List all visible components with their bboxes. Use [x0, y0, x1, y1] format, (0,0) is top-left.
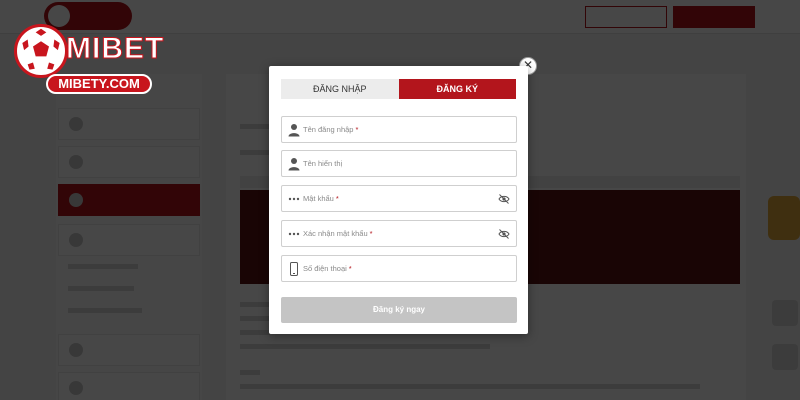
password-placeholder: Mật khẩu	[303, 194, 334, 203]
eye-off-icon[interactable]	[498, 193, 510, 205]
required-mark: *	[335, 194, 339, 203]
brand-name: MIBET	[65, 32, 165, 66]
phone-placeholder: Số điện thoại	[303, 264, 347, 273]
display-name-placeholder: Tên hiển thị	[303, 159, 343, 168]
password-dots-icon	[288, 232, 300, 236]
username-field[interactable]: Tên đăng nhập *	[281, 116, 517, 143]
user-icon	[288, 158, 300, 171]
phone-field[interactable]: Số điện thoại *	[281, 255, 517, 282]
user-icon	[288, 124, 300, 137]
phone-icon	[290, 262, 298, 276]
required-mark: *	[348, 264, 352, 273]
brand-domain: MIBETY.COM	[46, 74, 152, 94]
tab-login[interactable]: ĐĂNG NHẬP	[281, 79, 399, 99]
auth-modal: ĐĂNG NHẬP ĐĂNG KÝ Tên đăng nhập * Tên hiể…	[269, 66, 528, 334]
confirm-password-placeholder: Xác nhận mật khẩu	[303, 229, 368, 238]
confirm-password-field[interactable]: Xác nhận mật khẩu *	[281, 220, 517, 247]
soccer-ball-icon	[14, 24, 68, 78]
display-name-field[interactable]: Tên hiển thị	[281, 150, 517, 177]
username-placeholder: Tên đăng nhập	[303, 125, 354, 134]
required-mark: *	[369, 229, 373, 238]
tab-register[interactable]: ĐĂNG KÝ	[398, 79, 516, 99]
brand-logo: MIBET MIBETY.COM	[8, 20, 164, 98]
auth-tabs: ĐĂNG NHẬP ĐĂNG KÝ	[281, 79, 516, 99]
eye-off-icon[interactable]	[498, 228, 510, 240]
password-dots-icon	[288, 197, 300, 201]
register-submit-button[interactable]: Đăng ký ngay	[281, 297, 517, 323]
password-field[interactable]: Mật khẩu *	[281, 185, 517, 212]
required-mark: *	[355, 125, 359, 134]
